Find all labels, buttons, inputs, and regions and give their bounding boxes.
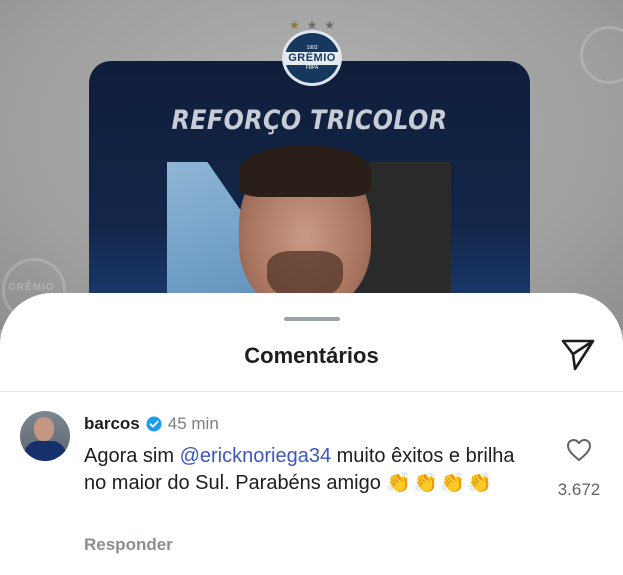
club-crest-logo: 1903 GRÊMIO FBPA (282, 30, 342, 86)
star-icon: ★ (324, 18, 335, 32)
card-title: REFORÇO TRICOLOR (171, 105, 448, 136)
gold-star-icon: ★ (289, 18, 300, 32)
reply-button[interactable]: Responder (84, 535, 173, 555)
player-hair (239, 145, 371, 197)
clap-emoji: 👏👏👏👏 (386, 472, 495, 494)
comment-text-start: Agora sim (84, 445, 180, 467)
comments-sheet: Comentários barcos 45 min Agora sim @eri… (0, 293, 623, 575)
verified-badge-icon (146, 416, 162, 432)
watermark-text: GRÊMIO (8, 282, 55, 293)
comment-text: Agora sim @ericknoriega34 muito êxitos e… (84, 443, 536, 497)
crest-year: 1903 (306, 44, 318, 51)
share-button[interactable] (559, 337, 597, 373)
announcement-card: REFORÇO TRICOLOR (89, 61, 530, 330)
drag-handle[interactable] (284, 317, 340, 321)
divider (0, 391, 623, 392)
like-count: 3.672 (557, 480, 601, 499)
crest-watermark-right (580, 26, 623, 84)
avatar[interactable] (20, 411, 70, 461)
comment-time: 45 min (167, 414, 219, 433)
like-button[interactable] (566, 438, 592, 462)
paper-plane-icon (561, 339, 595, 371)
crest-initials: FBPA (305, 64, 319, 71)
sheet-title: Comentários (244, 343, 379, 368)
avatar-shirt (24, 441, 66, 461)
mention-link[interactable]: @ericknoriega34 (180, 445, 332, 467)
comment-header: barcos 45 min (84, 414, 219, 434)
post-background: GRÊMIO ★ ★ ★ REFORÇO TRICOLOR 1903 GRÊMI… (0, 0, 623, 330)
avatar-face (34, 417, 54, 441)
heart-icon (567, 439, 591, 461)
crest-name: GRÊMIO (285, 51, 339, 65)
comment-username[interactable]: barcos (84, 414, 140, 434)
